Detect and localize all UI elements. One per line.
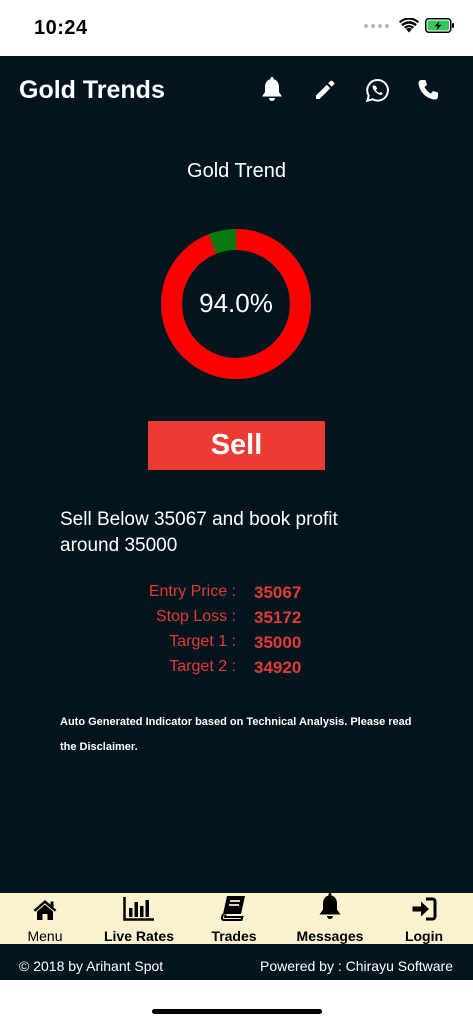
bell-icon bbox=[317, 893, 343, 921]
whatsapp-icon[interactable] bbox=[363, 76, 391, 104]
home-indicator bbox=[152, 1009, 322, 1014]
status-time: 10:24 bbox=[34, 17, 88, 39]
phone-icon[interactable] bbox=[414, 76, 442, 104]
book-icon bbox=[221, 893, 247, 921]
disclaimer-text: Auto Generated Indicator based on Techni… bbox=[60, 716, 412, 753]
home-icon bbox=[32, 893, 58, 921]
level-label: Stop Loss : bbox=[155, 608, 236, 625]
nav-label: Messages bbox=[296, 928, 364, 944]
app-header: Gold Trends bbox=[0, 56, 473, 126]
wifi-icon bbox=[399, 18, 419, 33]
level-row-entry-price: Entry Price : 35067 bbox=[0, 583, 473, 607]
level-value: 35067 bbox=[254, 583, 302, 602]
bottom-nav: Menu Live Rates Trades Messages Login bbox=[0, 893, 473, 944]
trend-title: Gold Trend bbox=[187, 160, 286, 182]
bell-icon[interactable] bbox=[258, 76, 286, 104]
footer: © 2018 by Arihant Spot Powered by : Chir… bbox=[0, 944, 473, 980]
bar-chart-icon bbox=[123, 893, 155, 921]
level-label: Target 2 : bbox=[169, 658, 236, 675]
nav-label: Trades bbox=[211, 928, 257, 944]
level-value: 34920 bbox=[254, 658, 302, 677]
level-value: 35000 bbox=[254, 633, 302, 652]
status-bar: 10:24 bbox=[0, 0, 473, 56]
status-icons bbox=[364, 18, 455, 33]
level-row-target-2: Target 2 : 34920 bbox=[0, 658, 473, 682]
nav-item-live-rates[interactable]: Live Rates bbox=[99, 893, 179, 944]
login-icon bbox=[411, 893, 437, 921]
nav-item-messages[interactable]: Messages bbox=[290, 893, 370, 944]
trend-percent: 94.0% bbox=[199, 288, 273, 318]
level-row-target-1: Target 1 : 35000 bbox=[0, 633, 473, 657]
signal-dots-icon bbox=[364, 23, 389, 28]
nav-item-trades[interactable]: Trades bbox=[204, 893, 264, 944]
level-value: 35172 bbox=[254, 608, 302, 627]
nav-item-login[interactable]: Login bbox=[398, 893, 450, 944]
level-label: Target 1 : bbox=[169, 633, 236, 650]
level-row-stop-loss: Stop Loss : 35172 bbox=[0, 608, 473, 632]
trade-advice: Sell Below 35067 and book profit around … bbox=[60, 509, 338, 556]
page-title: Gold Trends bbox=[19, 76, 165, 104]
nav-item-menu[interactable]: Menu bbox=[20, 893, 70, 944]
pencil-icon[interactable] bbox=[311, 76, 339, 104]
level-label: Entry Price : bbox=[148, 583, 236, 600]
nav-label: Live Rates bbox=[103, 928, 175, 944]
nav-label: Login bbox=[404, 928, 444, 944]
app-screen: Gold Trends Gold Trend 94.0% Sell Sell B… bbox=[0, 56, 473, 980]
nav-label: Menu bbox=[27, 928, 63, 944]
copyright-text: © 2018 by Arihant Spot bbox=[19, 958, 164, 974]
sell-button[interactable]: Sell bbox=[148, 421, 325, 470]
powered-by-text: Powered by : Chirayu Software bbox=[260, 958, 453, 974]
battery-charging-icon bbox=[425, 18, 454, 33]
